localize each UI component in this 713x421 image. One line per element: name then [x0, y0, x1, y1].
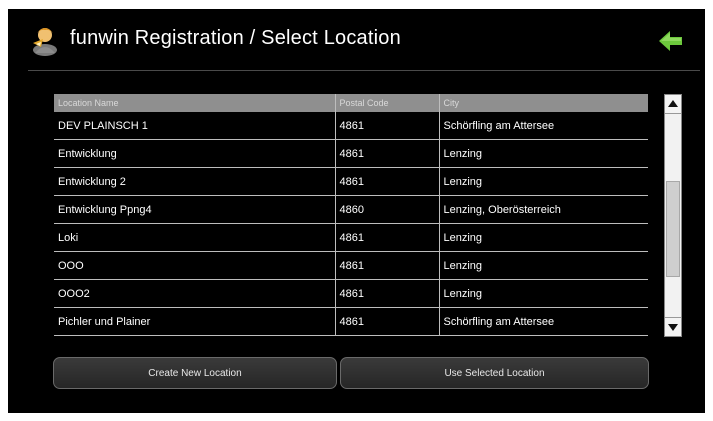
column-header-city[interactable]: City	[439, 94, 648, 112]
table-header-row: Location Name Postal Code City	[54, 94, 648, 112]
table-row[interactable]: Entwicklung 4861 Lenzing	[54, 139, 648, 168]
scrollbar-thumb[interactable]	[666, 181, 680, 277]
location-table: Location Name Postal Code City DEV PLAIN…	[54, 94, 648, 338]
scroll-down-button[interactable]	[665, 317, 681, 336]
cell-location-name: Entwicklung 2	[54, 167, 336, 196]
cell-postal-code: 4861	[335, 223, 440, 252]
cell-city: Lenzing, Oberösterreich	[439, 195, 648, 224]
cell-city: Lenzing	[439, 223, 648, 252]
cell-postal-code: 4861	[335, 251, 440, 280]
column-header-postal-code[interactable]: Postal Code	[335, 94, 440, 112]
cell-location-name: OOO2	[54, 279, 336, 308]
create-new-location-button[interactable]: Create New Location	[53, 357, 337, 389]
app-screen: funwin Registration / Select Location Lo…	[8, 9, 705, 413]
scroll-up-button[interactable]	[665, 95, 681, 114]
cell-postal-code: 4861	[335, 112, 440, 140]
table-row[interactable]: Entwicklung 2 4861 Lenzing	[54, 167, 648, 196]
cell-location-name: DEV PLAINSCH 1	[54, 112, 336, 140]
vertical-scrollbar[interactable]	[664, 94, 682, 337]
page-title: funwin Registration / Select Location	[70, 27, 401, 49]
triangle-up-icon	[668, 100, 678, 107]
cell-location-name: Entwicklung	[54, 139, 336, 168]
cell-city: Lenzing	[439, 167, 648, 196]
cell-location-name: OOO	[54, 251, 336, 280]
cell-postal-code: 4860	[335, 195, 440, 224]
cell-postal-code: 4861	[335, 307, 440, 336]
triangle-down-icon	[668, 324, 678, 331]
table-row[interactable]: OOO2 4861 Lenzing	[54, 279, 648, 308]
cell-city: Lenzing	[439, 139, 648, 168]
cell-location-name: Loki	[54, 223, 336, 252]
cell-location-name: Pichler und Plainer	[54, 307, 336, 336]
table-row[interactable]: Loki 4861 Lenzing	[54, 223, 648, 252]
arrow-left-icon	[659, 31, 682, 51]
use-selected-location-button[interactable]: Use Selected Location	[340, 357, 649, 389]
user-logo-icon	[30, 23, 60, 57]
table-row[interactable]: DEV PLAINSCH 1 4861 Schörfling am Atters…	[54, 112, 648, 140]
column-header-location-name[interactable]: Location Name	[54, 94, 336, 112]
cell-postal-code: 4861	[335, 139, 440, 168]
cell-city: Schörfling am Attersee	[439, 112, 648, 140]
cell-location-name: Entwicklung Ppng4	[54, 195, 336, 224]
cell-city: Lenzing	[439, 251, 648, 280]
cell-city: Schörfling am Attersee	[439, 307, 648, 336]
back-button[interactable]	[658, 29, 684, 53]
header: funwin Registration / Select Location	[8, 9, 705, 69]
table-row[interactable]: Pichler und Plainer 4861 Schörfling am A…	[54, 307, 648, 336]
cell-postal-code: 4861	[335, 279, 440, 308]
cell-postal-code: 4861	[335, 167, 440, 196]
cell-city: Lenzing	[439, 279, 648, 308]
table-row[interactable]: Entwicklung Ppng4 4860 Lenzing, Oberöste…	[54, 195, 648, 224]
header-divider	[28, 70, 700, 71]
table-row[interactable]: OOO 4861 Lenzing	[54, 251, 648, 280]
